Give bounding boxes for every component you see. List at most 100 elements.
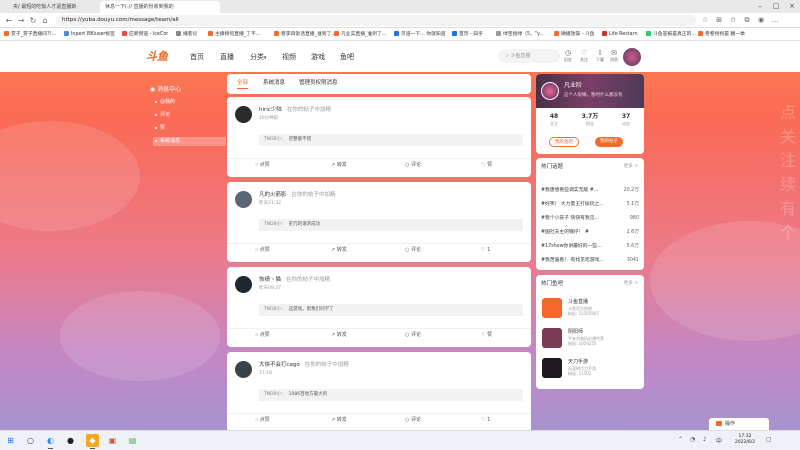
clock[interactable]: 17:32 2022/6/2	[731, 434, 759, 446]
star-icon[interactable]: ☆	[700, 15, 710, 26]
report-button[interactable]: ☝ 点赞	[255, 161, 270, 170]
bookmark-item[interactable]: 主播榜何直播_了不...	[208, 30, 272, 39]
forward-button[interactable]: ↗ 转发	[331, 246, 347, 255]
favorites-icon[interactable]: ✩	[728, 15, 738, 26]
bookmark-item[interactable]: 赏子_赏子直播间?!...	[4, 30, 62, 39]
yuba-row[interactable]: 斗鱼直播 斗鱼官方鱼吧 粉丝: 15305607	[542, 298, 638, 320]
comment-button[interactable]: ○ 评论	[405, 161, 421, 170]
network-icon[interactable]: ◔	[690, 436, 695, 443]
stat-following[interactable]: 48 关注	[539, 113, 569, 127]
search-input[interactable]: ⌕ 斗鱼直播	[498, 49, 560, 63]
avatar[interactable]	[235, 191, 252, 208]
notification-icon[interactable]: ▢	[766, 436, 772, 443]
edge-icon[interactable]: ◐	[44, 434, 57, 449]
comment-button[interactable]: ○ 评论	[405, 416, 421, 425]
browser-tab-active[interactable]: 休息一下(:// 直播的份收到我的	[100, 1, 220, 13]
tab-system[interactable]: 系统消息	[263, 78, 285, 88]
avatar[interactable]	[235, 106, 252, 123]
comment-button[interactable]: ○ 评论	[405, 246, 421, 255]
tab-all[interactable]: 全部	[237, 78, 249, 89]
extensions-icon[interactable]: ⊞	[714, 15, 724, 26]
douyu-logo[interactable]: 斗鱼	[146, 49, 178, 65]
quoted-post[interactable]: TNDB小： 迟整版不错	[259, 134, 523, 146]
search-icon[interactable]: ○	[24, 434, 37, 447]
like-button[interactable]: ♡ 赞	[481, 161, 492, 170]
windows-start-icon[interactable]: ⊞	[4, 434, 17, 447]
profile-icon[interactable]: ◉	[756, 15, 766, 26]
like-button[interactable]: ♡ 赞	[481, 331, 492, 340]
forward-button[interactable]: ↗ 转发	[331, 416, 347, 425]
more-icon[interactable]: …	[770, 15, 780, 26]
browser-tab[interactable]: 央/ 最短的吃饭人才逼直播斯	[8, 1, 98, 13]
nav-system-messages[interactable]: 系统消息	[153, 137, 226, 146]
bookmark-item[interactable]: 斗鱼答报是真正的...	[646, 30, 696, 39]
bookmark-item[interactable]: 应新频道 - IceCor	[122, 30, 174, 39]
topic-row[interactable]: #好笑！ 大力量王打偷玩之... 5.1万	[541, 200, 639, 209]
quoted-post[interactable]: TNDB小： 1086百地方最大的	[259, 389, 523, 401]
collections-icon[interactable]: ⧉	[742, 15, 752, 26]
user-avatar[interactable]	[623, 48, 641, 66]
bookmark-item[interactable]: 贝道一下... 你就知道	[394, 30, 450, 39]
url-input[interactable]: https://yuba.douyu.com/message/team/all	[56, 15, 696, 26]
nav-comments[interactable]: 评论	[150, 111, 226, 120]
maximize-icon[interactable]: □	[768, 0, 784, 13]
back-icon[interactable]: ←	[4, 15, 14, 26]
quoted-post[interactable]: TNDB小： 史冗的请求成功	[259, 219, 523, 231]
topic-row[interactable]: #国社夫主的锦仔！ #2.6万	[541, 228, 639, 237]
bookmark-item[interactable]: 播客论	[176, 30, 206, 39]
bookmark-item[interactable]: Life Restarn	[602, 30, 644, 39]
follow-icon[interactable]: ♡ 关注	[577, 49, 591, 62]
history-icon[interactable]: ◷ 历史	[561, 49, 575, 62]
bookmark-item[interactable]: 首页 - 知乎	[452, 30, 494, 39]
quoted-post[interactable]: TNDB小： 这游戏，帮我们同学了	[259, 304, 523, 316]
bookmark-item[interactable]: 卷卷拐拐是 翻一季	[698, 30, 758, 39]
like-button[interactable]: ♡ 1	[481, 246, 490, 255]
volume-icon[interactable]: ♪	[703, 436, 707, 443]
close-window-icon[interactable]: ×	[784, 0, 800, 13]
my-posts-button[interactable]: 我的帖子	[595, 137, 623, 147]
float-action-button[interactable]: 操作	[709, 418, 769, 430]
stat-posts[interactable]: 37 动态	[611, 113, 641, 127]
my-yuba-button[interactable]: 我的鱼吧	[549, 137, 579, 147]
comment-button[interactable]: ○ 评论	[405, 331, 421, 340]
bookmark-item[interactable]: 凡业实直播_准到了...	[334, 30, 392, 39]
topic-row[interactable]: #17show你讲最好的一些... 5.6万	[541, 242, 639, 251]
nav-at-me[interactable]: @我的	[150, 98, 226, 107]
forward-button[interactable]: ↗ 转发	[331, 161, 347, 170]
tab-admin[interactable]: 管理员权限消息	[299, 78, 338, 88]
ime-icon[interactable]: 中	[716, 436, 722, 445]
report-button[interactable]: ☝ 点赞	[255, 246, 270, 255]
profile-name[interactable]: 凡业阶	[564, 82, 582, 90]
nav-live[interactable]: 直播	[220, 51, 234, 63]
topic-row[interactable]: #我苦逼看！ 有找见吃游戏... 3041	[541, 256, 639, 265]
avatar[interactable]	[235, 361, 252, 378]
app-icon[interactable]: ▤	[126, 434, 139, 447]
like-button[interactable]: ♡ 1	[481, 416, 490, 425]
bookmark-item[interactable]: 微播放操 - 斗鱼	[554, 30, 600, 39]
yuba-row[interactable]: 阴阳师 平安京和风幻想世界 粉丝: 1059255	[542, 328, 638, 350]
app-icon[interactable]: ▣	[106, 434, 119, 447]
report-button[interactable]: ☝ 点赞	[255, 331, 270, 340]
message-icon[interactable]: ✉ 消息	[607, 49, 621, 62]
bookmark-item[interactable]: Inpert B和user标签	[64, 30, 120, 39]
nav-yuba[interactable]: 鱼吧	[340, 51, 354, 63]
douyu-app-icon[interactable]: ◆	[86, 434, 99, 449]
nav-games[interactable]: 游戏	[311, 51, 325, 63]
bookmark-item[interactable]: 卷李四饭话直播_准到了...	[274, 30, 336, 39]
nav-category[interactable]: 分类▾	[250, 51, 267, 64]
nav-likes[interactable]: 赞	[150, 124, 226, 133]
download-icon[interactable]: ⇩ 下载	[593, 49, 607, 62]
topic-row[interactable]: #我唐想看些调实无敌 #... 20.2万	[541, 186, 639, 195]
avatar[interactable]	[235, 276, 252, 293]
profile-avatar[interactable]	[541, 82, 559, 100]
refresh-icon[interactable]: ↻	[28, 15, 38, 26]
yuba-row[interactable]: 天刀手游 天涯明月刀手游 粉丝: 11502	[542, 358, 638, 380]
nav-home[interactable]: 首页	[190, 51, 204, 63]
hot-bars-more[interactable]: 更多 >	[624, 280, 638, 288]
stat-fans[interactable]: 3.7万 粉丝	[575, 113, 605, 127]
nav-video[interactable]: 视频	[282, 51, 296, 63]
hot-topics-more[interactable]: 更多 >	[624, 163, 638, 171]
app-icon[interactable]: ●	[64, 434, 77, 447]
forward-icon[interactable]: →	[16, 15, 26, 26]
forward-button[interactable]: ↗ 转发	[331, 331, 347, 340]
